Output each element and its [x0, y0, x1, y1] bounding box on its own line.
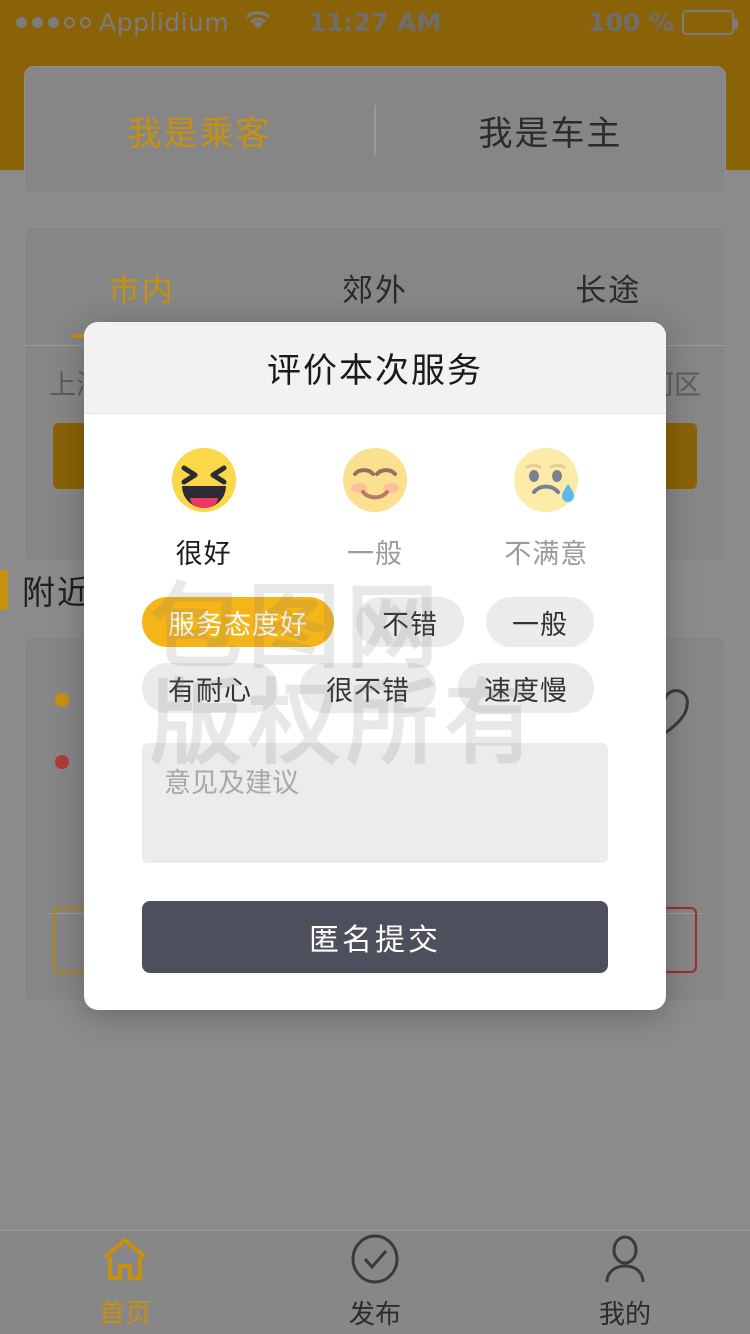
role-switch-card: 我是乘客 我是车主: [24, 66, 726, 194]
distance-tab-city[interactable]: 市内: [25, 265, 258, 310]
submit-wrap: 匿名提交: [84, 867, 666, 973]
tag-service-attitude[interactable]: 服务态度好: [142, 597, 334, 647]
modal-header: 评价本次服务: [84, 322, 666, 414]
tabbar-item-home[interactable]: 首页: [0, 1231, 250, 1334]
destination-dot-icon: [55, 755, 69, 769]
rating-option-ok[interactable]: 一般: [289, 446, 460, 571]
laughing-face-icon: [170, 446, 238, 518]
nearby-section-title: 附近: [0, 566, 92, 614]
tag-patient[interactable]: 有耐心: [142, 663, 278, 713]
tag-list: 服务态度好 不错 一般 有耐心 很不错 速度慢: [84, 571, 666, 713]
home-icon: [99, 1235, 151, 1287]
rating-option-bad[interactable]: 不满意: [461, 446, 632, 571]
battery-icon: [682, 10, 734, 35]
battery-percent: 100 %: [588, 8, 674, 37]
comment-input[interactable]: [142, 743, 608, 863]
rating-label-ok: 一般: [347, 532, 403, 571]
origin-dot-icon: [55, 693, 69, 707]
check-circle-icon: [349, 1234, 401, 1288]
distance-tab-longdistance[interactable]: 长途: [492, 265, 725, 310]
person-icon: [599, 1234, 651, 1288]
tag-slow[interactable]: 速度慢: [458, 663, 594, 713]
tag-very-good[interactable]: 很不错: [300, 663, 436, 713]
anonymous-submit-button[interactable]: 匿名提交: [142, 901, 608, 973]
tag-good[interactable]: 不错: [356, 597, 464, 647]
tabbar-label-profile: 我的: [599, 1294, 651, 1331]
role-tab-driver[interactable]: 我是车主: [376, 106, 725, 155]
modal-title: 评价本次服务: [267, 343, 483, 392]
status-bar: Applidium 11:27 AM 100 %: [0, 0, 750, 44]
list-item[interactable]: [55, 755, 69, 769]
tabbar-item-publish[interactable]: 发布: [250, 1231, 500, 1334]
tabbar-label-home: 首页: [99, 1293, 151, 1330]
rating-label-great: 很好: [176, 532, 232, 571]
distance-tab-city-label: 市内: [109, 273, 175, 309]
rating-label-bad: 不满意: [504, 532, 588, 571]
rating-modal: 评价本次服务 很好: [84, 322, 666, 1010]
tabbar-label-publish: 发布: [349, 1294, 401, 1331]
rating-options: 很好 一般: [84, 414, 666, 571]
smiling-face-icon: [341, 446, 409, 518]
tabbar-item-profile[interactable]: 我的: [500, 1231, 750, 1334]
crying-face-icon: [512, 446, 580, 518]
bottom-tabbar: 首页 发布 我的: [0, 1230, 750, 1334]
status-bar-right: 100 %: [588, 8, 734, 37]
role-tab-passenger[interactable]: 我是乘客: [25, 106, 374, 155]
nearby-label: 附近: [22, 566, 92, 614]
distance-tabs: 市内 郊外 长途: [25, 227, 725, 310]
list-item[interactable]: [55, 693, 69, 707]
tag-average[interactable]: 一般: [486, 597, 594, 647]
section-accent-bar: [0, 570, 8, 610]
rating-option-great[interactable]: 很好: [118, 446, 289, 571]
distance-tab-suburb[interactable]: 郊外: [258, 265, 491, 310]
comment-wrap: [84, 713, 666, 867]
